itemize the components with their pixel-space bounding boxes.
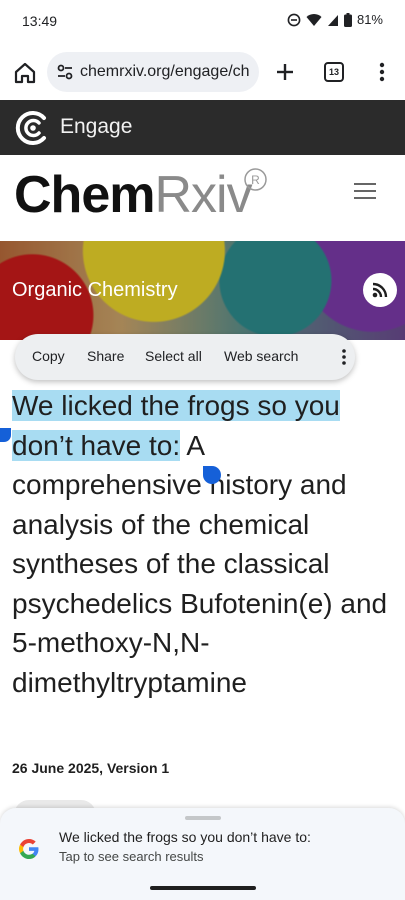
category-banner: Organic Chemistry xyxy=(0,241,405,340)
site-settings-icon[interactable] xyxy=(55,62,75,82)
select-all-action[interactable]: Select all xyxy=(145,348,202,364)
selection-end-handle[interactable] xyxy=(203,466,221,484)
overflow-menu-icon[interactable] xyxy=(372,60,392,84)
sheet-drag-handle[interactable] xyxy=(185,816,221,820)
battery-percent: 81% xyxy=(356,12,383,27)
do-not-disturb-icon xyxy=(287,13,301,26)
more-options-icon[interactable] xyxy=(341,348,347,366)
search-query-text[interactable]: We licked the frogs so you don’t have to… xyxy=(59,829,311,845)
chemrxiv-logo[interactable]: ChemRxiv xyxy=(14,165,253,225)
rss-button[interactable] xyxy=(363,273,397,307)
gesture-nav-bar[interactable] xyxy=(150,886,256,890)
share-action[interactable]: Share xyxy=(87,348,124,364)
text-selection-menu: Copy Share Select all Web search xyxy=(15,334,355,380)
engage-bar: Engage xyxy=(0,100,405,155)
logo-rxiv-text: Rxiv xyxy=(154,166,252,224)
home-icon[interactable] xyxy=(12,60,38,86)
site-header: ChemRxiv R xyxy=(0,155,405,241)
status-icons: 81% xyxy=(287,12,383,27)
registered-mark-letter: R xyxy=(251,173,260,187)
copy-action[interactable]: Copy xyxy=(32,348,65,364)
address-bar[interactable]: chemrxiv.org/engage/ch xyxy=(47,52,259,92)
selected-text[interactable]: We licked the frogs so you don’t have to… xyxy=(12,390,340,461)
engage-label[interactable]: Engage xyxy=(60,115,132,139)
wifi-icon xyxy=(306,13,322,26)
status-bar: 13:49 81% xyxy=(0,0,405,44)
web-search-action[interactable]: Web search xyxy=(224,348,298,364)
battery-icon xyxy=(343,12,352,27)
url-text[interactable]: chemrxiv.org/engage/ch xyxy=(80,63,250,81)
title-remainder[interactable]: A comprehensive history and analysis of … xyxy=(12,430,387,698)
registered-mark-icon: R xyxy=(244,168,267,191)
search-hint-text: Tap to see search results xyxy=(59,849,204,864)
new-tab-plus-icon[interactable] xyxy=(273,60,297,84)
article-date-version: 26 June 2025, Version 1 xyxy=(12,760,170,776)
browser-toolbar: chemrxiv.org/engage/ch 13 xyxy=(0,50,405,96)
rss-icon xyxy=(372,282,388,298)
logo-chem-text: Chem xyxy=(14,166,155,224)
article-title[interactable]: We licked the frogs so you don’t have to… xyxy=(12,386,397,702)
category-title[interactable]: Organic Chemistry xyxy=(12,279,178,302)
tab-switcher-icon[interactable]: 13 xyxy=(324,62,344,82)
google-icon xyxy=(19,839,39,859)
search-bottom-sheet[interactable]: We licked the frogs so you don’t have to… xyxy=(0,808,405,900)
engage-logo-icon[interactable] xyxy=(14,109,52,147)
selection-start-handle[interactable] xyxy=(0,428,11,442)
status-time: 13:49 xyxy=(22,13,58,29)
signal-icon xyxy=(327,14,338,26)
hamburger-menu-icon[interactable] xyxy=(354,183,376,201)
